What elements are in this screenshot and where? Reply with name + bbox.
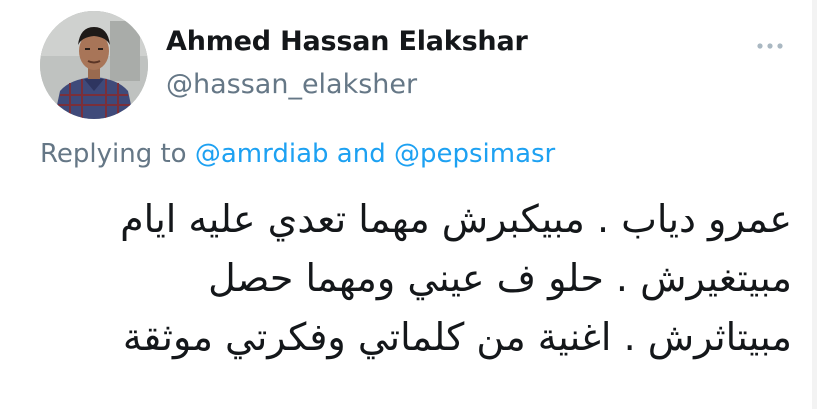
mention-link-pepsimasr[interactable]: @pepsimasr bbox=[394, 139, 555, 169]
author-handle[interactable]: @hassan_elaksher bbox=[166, 69, 417, 100]
mention-link-amrdiab[interactable]: @amrdiab bbox=[195, 139, 329, 169]
tweet-text: عمرو دياب . مبيكبرش مهما تعدي عليه ايام … bbox=[40, 190, 792, 367]
more-dots-icon[interactable] bbox=[754, 38, 786, 54]
window-edge bbox=[812, 0, 817, 409]
replying-to-line: Replying to @amrdiab and @pepsimasr bbox=[40, 139, 555, 169]
tweet[interactable]: Ahmed Hassan Elakshar @hassan_elaksher R… bbox=[0, 0, 817, 409]
author-display-name[interactable]: Ahmed Hassan Elakshar bbox=[166, 26, 528, 57]
tweet-text-line: مبيتاثرش . اغنية من كلماتي وفكرتي موثقة bbox=[122, 315, 792, 359]
replying-to-label: Replying to bbox=[40, 139, 187, 169]
avatar-photo bbox=[40, 11, 148, 119]
tweet-text-line: عمرو دياب . مبيكبرش مهما تعدي عليه ايام bbox=[120, 197, 792, 241]
mention-conjunction[interactable]: and bbox=[337, 139, 386, 169]
avatar[interactable] bbox=[40, 11, 148, 119]
tweet-text-line: مبيتغيرش . حلو ف عيني ومهما حصل bbox=[208, 256, 792, 300]
